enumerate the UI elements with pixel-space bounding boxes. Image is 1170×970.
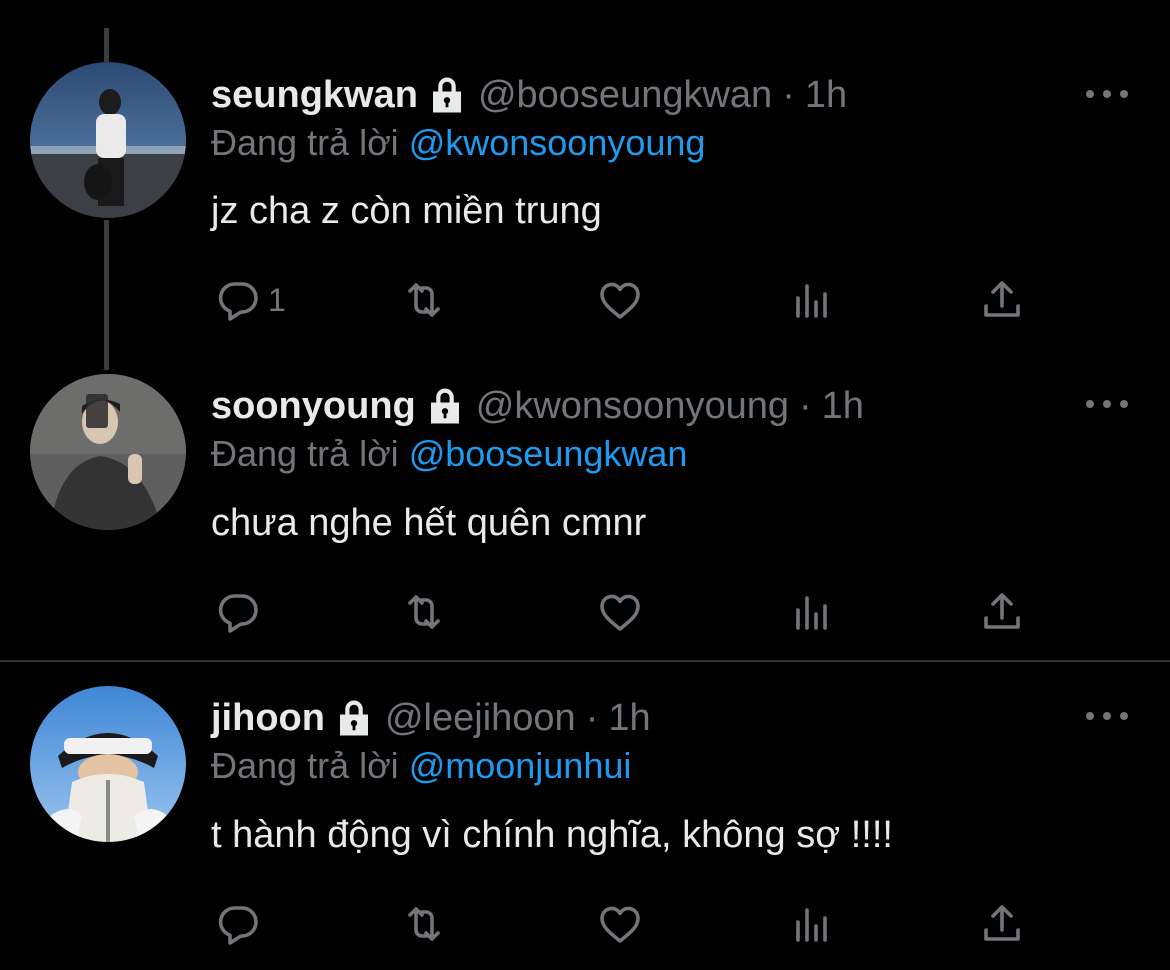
lock-icon: [333, 697, 375, 739]
separator: ·: [585, 696, 599, 739]
tweet-header: jihoon @leejihoon · 1h: [211, 693, 651, 743]
timestamp[interactable]: 1h: [608, 697, 650, 740]
tweet-3[interactable]: jihoon @leejihoon · 1h Đang trả lời @moon…: [0, 0, 1170, 970]
reply-button[interactable]: [214, 899, 268, 949]
more-icon[interactable]: [1086, 706, 1128, 726]
replying-to: Đang trả lời @moonjunhui: [211, 745, 631, 787]
avatar[interactable]: [30, 686, 186, 842]
action-bar: [210, 899, 1040, 949]
tweet-feed: seungkwan @booseungkwan · 1h Đang trả lờ…: [0, 0, 1170, 970]
analytics-button[interactable]: [788, 899, 836, 949]
replying-label: Đang trả lời: [211, 745, 399, 786]
reply-icon: [218, 906, 258, 945]
analytics-icon: [796, 908, 827, 942]
tweet-text: t hành động vì chính nghĩa, không sợ !!!…: [211, 814, 893, 856]
like-icon: [600, 906, 640, 943]
mention-link[interactable]: @moonjunhui: [409, 745, 632, 786]
share-button[interactable]: [978, 899, 1026, 949]
retweet-icon: [408, 907, 440, 941]
display-name[interactable]: jihoon: [211, 697, 325, 740]
user-handle[interactable]: @leejihoon: [385, 697, 576, 740]
share-icon: [984, 905, 1020, 941]
like-button[interactable]: [596, 899, 644, 949]
retweet-button[interactable]: [400, 899, 448, 949]
